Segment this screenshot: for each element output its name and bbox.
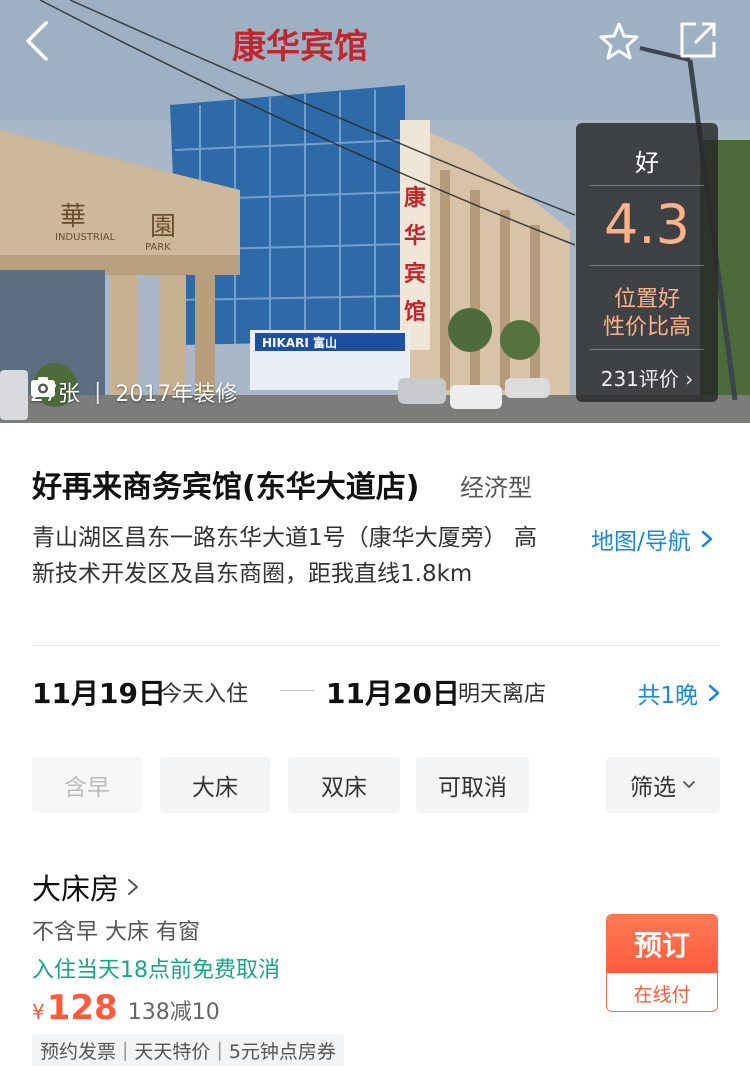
currency-symbol: ¥ [32, 1000, 45, 1024]
tag-separator: | [122, 1039, 129, 1061]
filter-breakfast[interactable]: 含早 [32, 757, 142, 813]
room-tag: 天天特价 [134, 1040, 211, 1063]
photo-meta[interactable]: 27张 | 2017年装修 [30, 376, 237, 408]
nights-count[interactable]: 共1晚 [637, 676, 722, 710]
back-button[interactable] [22, 20, 70, 68]
star-icon [599, 22, 639, 60]
checkout-date[interactable]: 11月20日 [326, 672, 460, 712]
share-icon [680, 22, 716, 58]
filter-more-label: 筛选 [630, 775, 676, 801]
room-tag: 5元钟点房券 [228, 1040, 336, 1063]
price-discount: 138减10 [127, 1000, 220, 1025]
svg-text:園: 園 [150, 212, 176, 242]
map-link-label: 地图/导航 [591, 529, 691, 555]
book-button[interactable]: 预订 在线付 [606, 914, 718, 1012]
chevron-right-icon: › [685, 367, 694, 391]
renovation-year: 2017年装修 [115, 382, 238, 407]
filter-king-bed[interactable]: 大床 [160, 757, 270, 813]
checkout-label: 明天离店 [458, 682, 547, 707]
svg-text:康华宾馆: 康华宾馆 [232, 27, 368, 67]
rating-divider [590, 265, 704, 266]
hotel-name: 好再来商务宾馆(东华大道店) [32, 470, 420, 505]
rating-card[interactable]: 好 4.3 位置好 性价比高 231评价 › [576, 123, 718, 402]
room-features: 不含早 大床 有窗 [32, 920, 200, 945]
rating-divider [590, 349, 704, 350]
rating-score: 4.3 [604, 193, 690, 256]
hotel-photo[interactable]: 康 华 宾 馆 康华宾馆 華 園 INDUSTRIAL PARK HIKARI … [0, 0, 750, 423]
checkin-label: 今天入住 [160, 682, 249, 707]
svg-text:PARK: PARK [145, 242, 171, 253]
room-tags: 预约发票 | 天天特价 | 5元钟点房券 [32, 1034, 344, 1066]
share-button[interactable] [678, 20, 726, 68]
chevron-down-icon [683, 781, 695, 788]
room-title[interactable]: 大床房 [32, 866, 141, 908]
back-arrow-icon [26, 21, 48, 61]
svg-text:INDUSTRIAL: INDUSTRIAL [55, 232, 116, 243]
room-name: 大床房 [32, 872, 120, 906]
svg-text:HIKARI 富山: HIKARI 富山 [262, 335, 337, 350]
book-label: 预订 [607, 915, 717, 973]
map-navigation-link[interactable]: 地图/导航 [591, 522, 715, 556]
date-selector[interactable]: 11月19日 今天入住 11月20日 明天离店 共1晚 [32, 672, 722, 712]
filter-twin-bed[interactable]: 双床 [288, 757, 400, 813]
filter-cancellable[interactable]: 可取消 [416, 757, 529, 813]
svg-text:馆: 馆 [404, 299, 426, 325]
svg-text:华: 华 [404, 223, 426, 249]
svg-text:宾: 宾 [404, 261, 426, 287]
cancel-policy: 入住当天18点前免费取消 [32, 958, 280, 983]
chevron-right-icon [128, 879, 139, 895]
chevron-right-icon [708, 684, 720, 702]
room-price: 128 [46, 988, 118, 1028]
photo-meta-separator: | [94, 379, 102, 405]
room-tag: 预约发票 [40, 1040, 117, 1063]
room-filters: 含早 大床 双床 可取消 筛选 [32, 757, 720, 813]
checkin-date[interactable]: 11月19日 [32, 672, 166, 712]
rating-level: 好 [635, 149, 659, 177]
review-count-label: 231评价 [600, 367, 679, 391]
chevron-right-icon [701, 530, 712, 548]
price-row: ¥ 128 138减10 [32, 988, 220, 1028]
pay-method: 在线付 [607, 973, 717, 1011]
favorite-button[interactable] [598, 20, 646, 68]
tag-separator: | [216, 1039, 223, 1061]
nights-label: 共1晚 [637, 683, 698, 709]
svg-text:華: 華 [60, 202, 86, 232]
divider [32, 645, 720, 646]
rating-divider [590, 185, 704, 186]
filter-more-button[interactable]: 筛选 [606, 757, 720, 813]
date-separator [280, 690, 314, 691]
hotel-address: 青山湖区昌东一路东华大道1号（康华大厦旁） 高新技术开发区及昌东商圈，距我直线1… [32, 525, 537, 587]
hotel-type: 经济型 [460, 474, 532, 502]
review-count[interactable]: 231评价 › [576, 363, 718, 392]
camera-icon [31, 377, 55, 397]
rating-tag: 性价比高 [602, 315, 691, 340]
svg-text:康: 康 [404, 185, 427, 211]
